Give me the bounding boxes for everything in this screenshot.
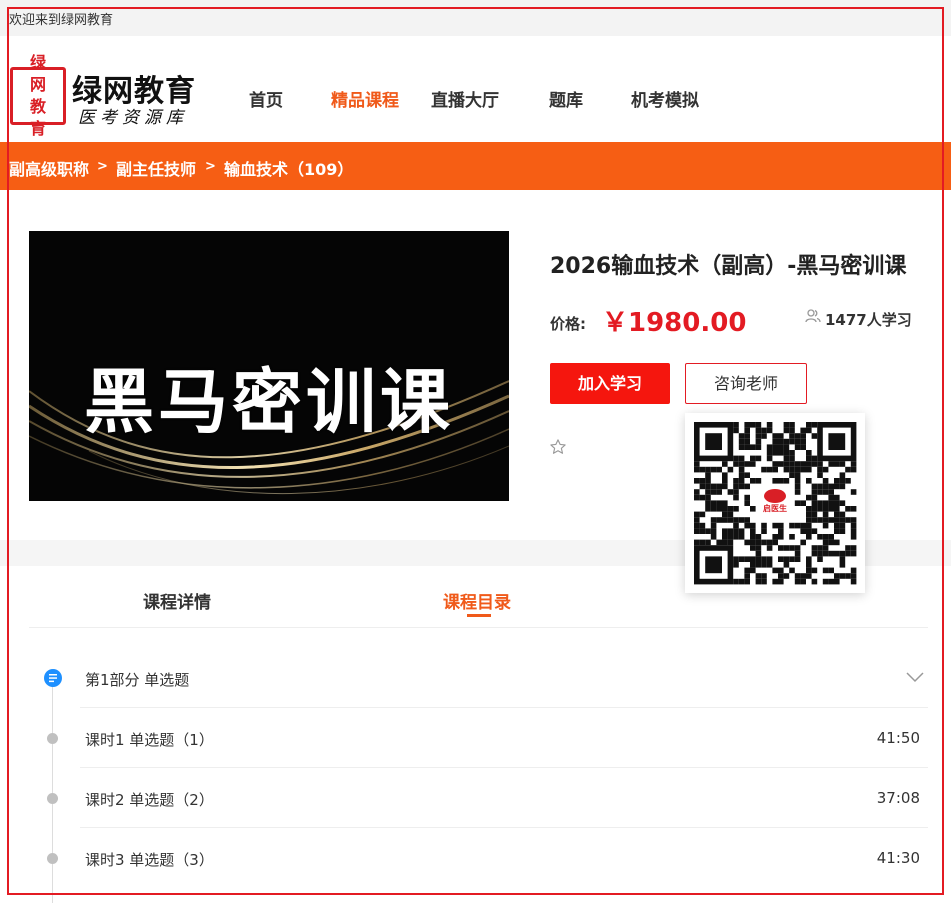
breadcrumb-item-title-level[interactable]: 副高级职称: [9, 156, 89, 180]
nav-premium-courses[interactable]: 精品课程: [331, 86, 399, 111]
course-title: 2026输血技术（副高）-黑马密训课: [550, 254, 907, 279]
lesson-title: 课时3 单选题（3）: [85, 851, 214, 869]
welcome-text: 欢迎来到绿网教育: [9, 13, 114, 28]
active-tab-indicator: [467, 614, 491, 617]
lesson-row-1[interactable]: 课时1 单选题（1） 41:50: [0, 708, 951, 768]
lesson-row-3[interactable]: 课时3 单选题（3） 41:30: [0, 828, 951, 888]
learners-icon: [805, 309, 821, 323]
logo-seal-char: 教: [29, 97, 46, 116]
learner-count: 1477人学习: [825, 311, 912, 329]
breadcrumb-item-position[interactable]: 副主任技师: [116, 156, 196, 180]
price-label: 价格:: [550, 315, 586, 333]
top-welcome-bar: 欢迎来到绿网教育: [0, 0, 951, 36]
lesson-duration: 37:08: [876, 789, 920, 807]
tab-course-catalog[interactable]: 课程目录: [443, 588, 511, 613]
lesson-row-2[interactable]: 课时2 单选题（2） 37:08: [0, 768, 951, 828]
qr-logo-mark: [764, 489, 786, 503]
qr-logo-text: 启医生: [763, 504, 787, 513]
chevron-down-icon[interactable]: [905, 670, 925, 684]
nav-live-hall[interactable]: 直播大厅: [431, 86, 499, 111]
lesson-dot: [47, 853, 58, 864]
site-header: 绿 网 教 育 绿网教育 医考资源库 首页 精品课程 直播大厅 题库 机考模拟: [0, 36, 951, 142]
favorite-star-icon[interactable]: [549, 438, 567, 456]
nav-mock-exam[interactable]: 机考模拟: [631, 86, 699, 111]
logo-seal-char: 育: [29, 119, 46, 138]
lesson-title: 课时1 单选题（1）: [85, 731, 214, 749]
breadcrumb-item-subject[interactable]: 输血技术（109）: [224, 156, 353, 180]
logo-subtitle: 医考资源库: [78, 108, 188, 128]
join-course-button[interactable]: 加入学习: [550, 363, 670, 404]
lesson-duration: 41:50: [876, 729, 920, 747]
logo-seal[interactable]: 绿 网 教 育: [10, 53, 66, 138]
tab-course-details[interactable]: 课程详情: [143, 588, 211, 613]
lesson-dot: [47, 733, 58, 744]
nav-home[interactable]: 首页: [249, 86, 283, 111]
course-cover-image: 黑马密训课: [29, 231, 509, 501]
qr-center-logo: 启医生: [757, 485, 793, 521]
nav-question-bank[interactable]: 题库: [549, 86, 583, 111]
consult-teacher-button[interactable]: 咨询老师: [685, 363, 807, 404]
lesson-dot: [47, 793, 58, 804]
logo-seal-char: 网: [29, 75, 46, 94]
breadcrumb-separator: >: [205, 159, 216, 174]
section-list-icon: [44, 669, 62, 687]
tab-divider: [29, 627, 928, 628]
lesson-duration: 41:30: [876, 849, 920, 867]
qr-code-popup: 启医生: [685, 413, 865, 593]
breadcrumb: 副高级职称 > 副主任技师 > 输血技术（109）: [0, 142, 951, 190]
lesson-title: 课时2 单选题（2）: [85, 791, 214, 809]
cover-title-text: 黑马密训课: [84, 361, 454, 443]
breadcrumb-separator: >: [97, 159, 108, 174]
section-title[interactable]: 第1部分 单选题: [85, 669, 189, 690]
price-value: ￥1980.00: [602, 308, 747, 338]
logo-seal-char: 绿: [29, 53, 46, 72]
